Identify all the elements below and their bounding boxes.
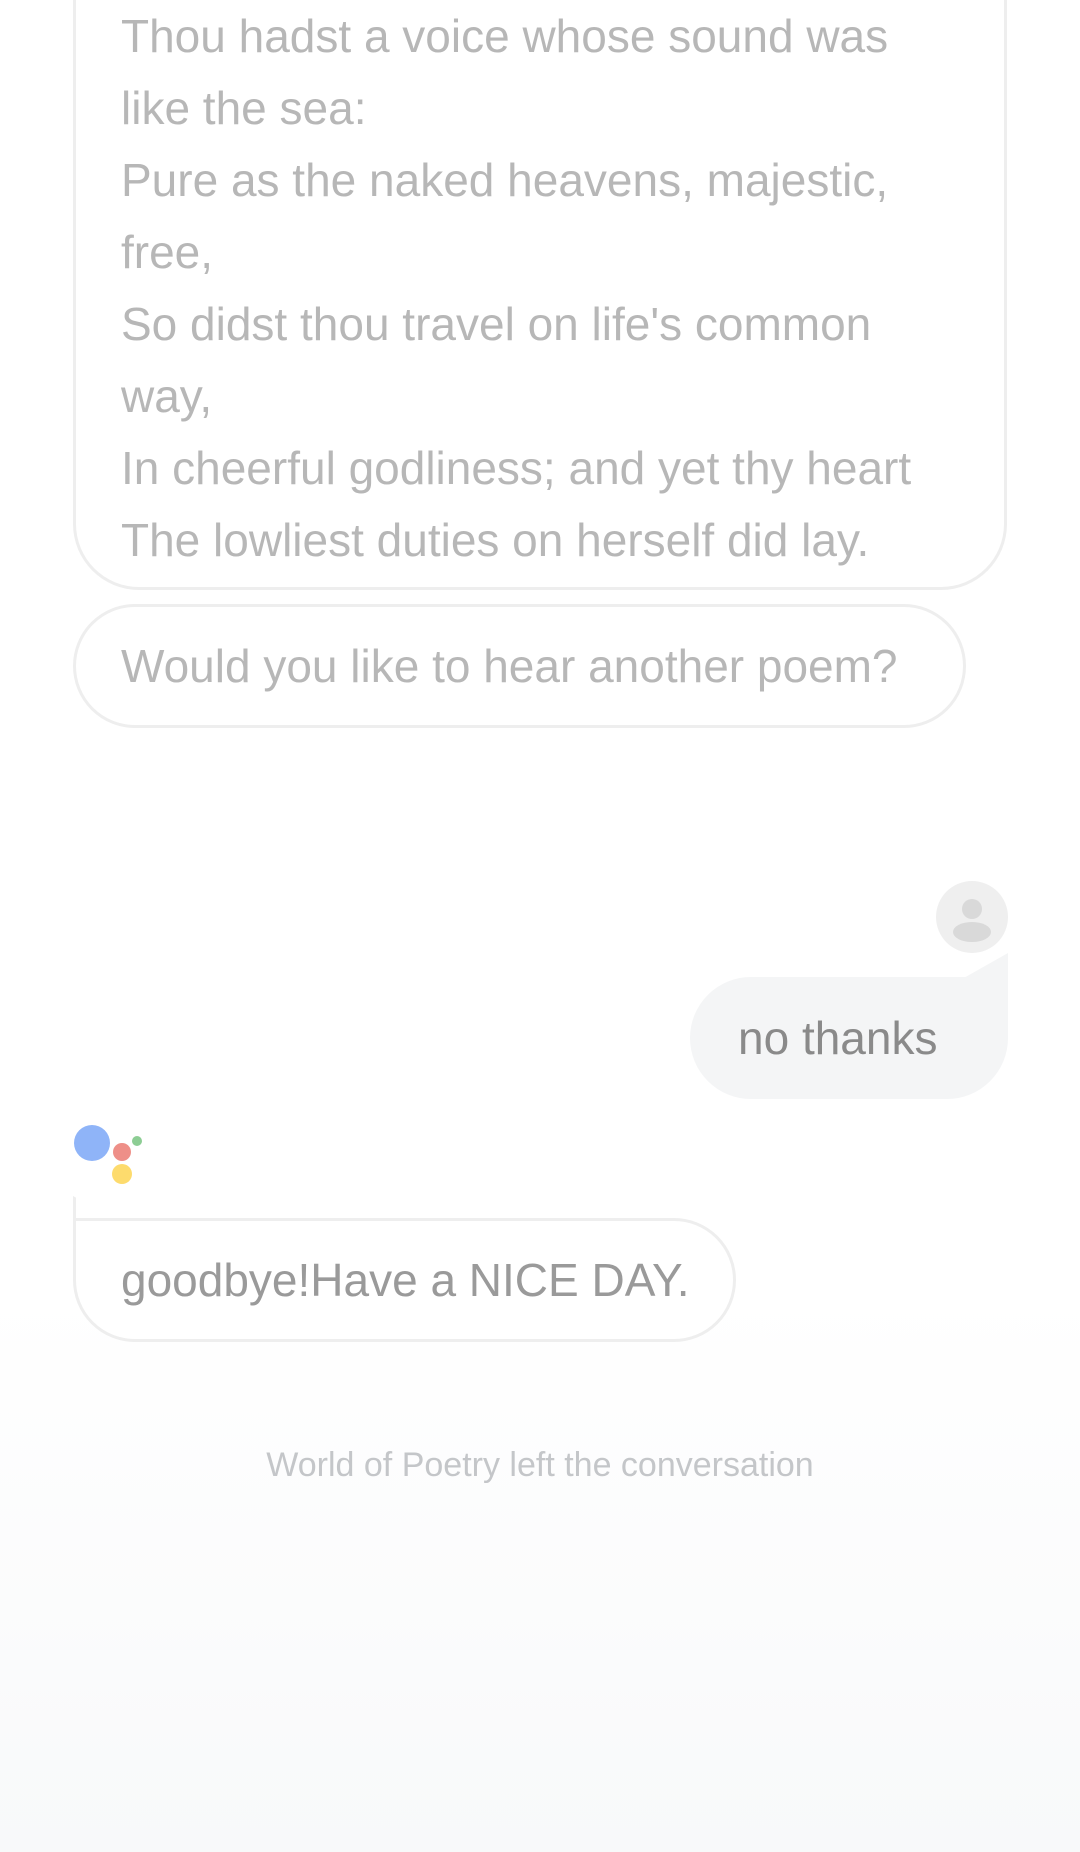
background-fade <box>0 1292 1080 1852</box>
person-icon-graphic <box>953 899 991 942</box>
assistant-poem-bubble: Thou hadst a voice whose sound was like … <box>73 0 1007 590</box>
assistant-question-bubble: Would you like to hear another poem? <box>73 604 966 728</box>
user-bubble-tail <box>962 953 1008 979</box>
google-assistant-logo-icon <box>73 1125 145 1197</box>
google-assistant-logo-graphic <box>74 1125 142 1184</box>
assistant-goodbye-bubble: goodbye!Have a NICE DAY. <box>73 1218 736 1342</box>
conversation-left-notice: World of Poetry left the conversation <box>266 1446 814 1484</box>
user-message-bubble: no thanks <box>690 977 1008 1099</box>
poem-line: Pure as the naked heavens, majestic, <box>121 154 889 206</box>
poem-line: So didst thou travel on life's common <box>121 298 872 350</box>
poem-line: way, <box>121 370 213 422</box>
poem-line: The lowliest duties on herself did lay. <box>121 514 870 566</box>
person-icon <box>936 881 1008 953</box>
poem-line: Thou hadst a voice whose sound was <box>121 10 889 62</box>
poem-line: like the sea: <box>121 82 367 134</box>
poem-line: free, <box>121 226 214 278</box>
poem-line: In cheerful godliness; and yet thy heart <box>121 442 912 494</box>
